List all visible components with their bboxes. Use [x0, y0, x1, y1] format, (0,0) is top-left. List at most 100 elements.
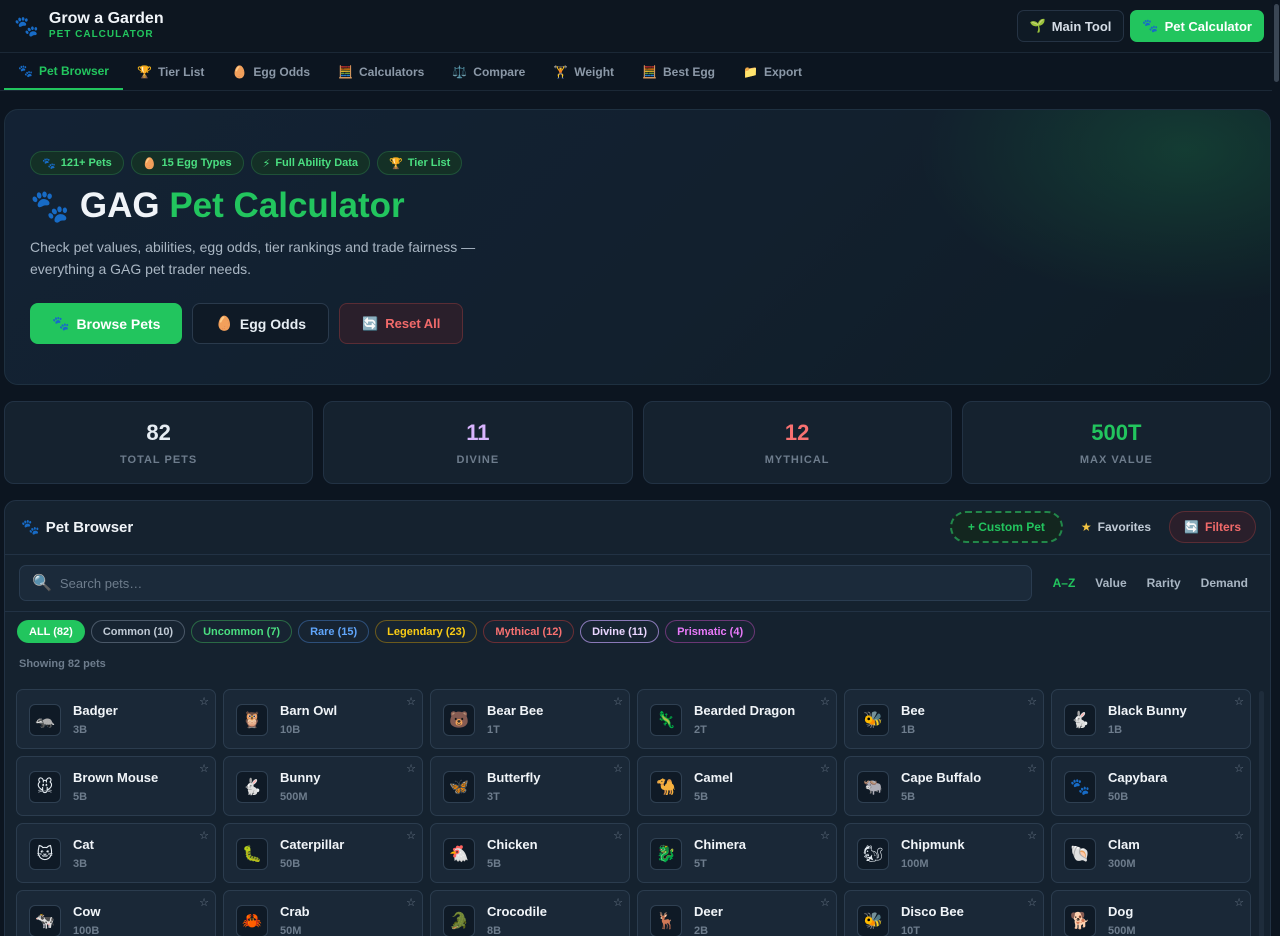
- scrollbar-thumb[interactable]: [1274, 4, 1279, 82]
- favorite-star-icon[interactable]: ☆: [613, 896, 623, 909]
- pet-card[interactable]: 🐚 Clam 300M ☆: [1051, 823, 1251, 883]
- tab-compare[interactable]: ⚖️ Compare: [438, 53, 539, 90]
- page-scrollbar[interactable]: [1272, 0, 1280, 936]
- favorite-star-icon[interactable]: ☆: [406, 829, 416, 842]
- favorite-star-icon[interactable]: ☆: [406, 762, 416, 775]
- favorite-star-icon[interactable]: ☆: [1027, 762, 1037, 775]
- favorite-star-icon[interactable]: ☆: [820, 896, 830, 909]
- pet-card[interactable]: 🦡 Badger 3B ☆: [16, 689, 216, 749]
- pet-card[interactable]: 🐔 Chicken 5B ☆: [430, 823, 630, 883]
- tab-export[interactable]: 📁 Export: [729, 53, 816, 90]
- favorite-star-icon[interactable]: ☆: [1027, 829, 1037, 842]
- pet-card[interactable]: 🐾 Capybara 50B ☆: [1051, 756, 1251, 816]
- pet-card[interactable]: 🐪 Camel 5B ☆: [637, 756, 837, 816]
- pet-value: 5B: [487, 858, 502, 870]
- bear-bee-icon: 🐻: [443, 704, 475, 736]
- favorite-star-icon[interactable]: ☆: [1234, 695, 1244, 708]
- favorites-button[interactable]: ★ Favorites: [1071, 511, 1161, 543]
- favorite-star-icon[interactable]: ☆: [406, 695, 416, 708]
- stat-label: TOTAL PETS: [120, 453, 198, 466]
- pet-card[interactable]: 🐝 Bee 1B ☆: [844, 689, 1044, 749]
- favorite-star-icon[interactable]: ☆: [1027, 896, 1037, 909]
- favorite-star-icon[interactable]: ☆: [1027, 695, 1037, 708]
- favorite-star-icon[interactable]: ☆: [820, 695, 830, 708]
- hero-title-highlight: Pet Calculator: [169, 186, 405, 225]
- sort-demand[interactable]: Demand: [1193, 576, 1256, 590]
- tab-weight[interactable]: 🏋 Weight: [539, 53, 628, 90]
- pet-value: 3T: [487, 791, 500, 803]
- filter-chip-rare[interactable]: Rare (15): [298, 620, 370, 643]
- favorite-star-icon[interactable]: ☆: [1234, 896, 1244, 909]
- search-box[interactable]: 🔍: [19, 565, 1032, 601]
- pet-card[interactable]: 🐿 Chipmunk 100M ☆: [844, 823, 1044, 883]
- pet-value: 300M: [1108, 858, 1136, 870]
- pet-name: Butterfly: [487, 770, 541, 785]
- stat-value: 82: [146, 419, 171, 445]
- filter-chip-all[interactable]: ALL (82): [17, 620, 85, 643]
- egg-odds-button[interactable]: 🥚 Egg Odds: [192, 303, 330, 344]
- tab-pet-browser[interactable]: 🐾 Pet Browser: [4, 53, 123, 90]
- pet-card[interactable]: 🐭 Brown Mouse 5B ☆: [16, 756, 216, 816]
- favorite-star-icon[interactable]: ☆: [613, 829, 623, 842]
- tab-icon: ⚖️: [452, 64, 468, 79]
- favorite-star-icon[interactable]: ☆: [820, 829, 830, 842]
- pet-value: 50M: [280, 925, 302, 936]
- pet-grid: 🦡 Badger 3B ☆ 🦉 Barn Owl 10B ☆ 🐻 Bear Bee 1T ☆ 🦎 Bear…: [16, 689, 1251, 936]
- star-icon: ★: [1080, 520, 1092, 534]
- favorite-star-icon[interactable]: ☆: [199, 695, 209, 708]
- main-tool-button[interactable]: 🌱 Main Tool: [1016, 10, 1125, 42]
- favorite-star-icon[interactable]: ☆: [613, 695, 623, 708]
- pet-name: Bee: [901, 703, 925, 718]
- pet-card[interactable]: 🦎 Bearded Dragon 2T ☆: [637, 689, 837, 749]
- pet-name: Clam: [1108, 837, 1140, 852]
- pet-card[interactable]: 🐻 Bear Bee 1T ☆: [430, 689, 630, 749]
- sort-value[interactable]: Value: [1087, 576, 1134, 590]
- pet-card[interactable]: 🐄 Cow 100B ☆: [16, 890, 216, 936]
- pet-card[interactable]: 🐉 Chimera 5T ☆: [637, 823, 837, 883]
- favorite-star-icon[interactable]: ☆: [199, 829, 209, 842]
- tab-calculators[interactable]: 🧮 Calculators: [324, 53, 438, 90]
- favorite-star-icon[interactable]: ☆: [199, 896, 209, 909]
- pet-card[interactable]: 🦋 Butterfly 3T ☆: [430, 756, 630, 816]
- filter-chip-common[interactable]: Common (10): [90, 620, 186, 643]
- favorite-star-icon[interactable]: ☆: [820, 762, 830, 775]
- pet-card[interactable]: 🐇 Bunny 500M ☆: [223, 756, 423, 816]
- custom-pet-button[interactable]: + Custom Pet: [949, 511, 1063, 543]
- filter-chip-divine[interactable]: Divine (11): [580, 620, 660, 643]
- pet-calculator-button[interactable]: 🐾 Pet Calculator: [1130, 10, 1264, 42]
- filter-chip-prismatic[interactable]: Prismatic (4): [665, 620, 756, 643]
- filter-chip-legendary[interactable]: Legendary (23): [375, 620, 478, 643]
- sort-rarity[interactable]: Rarity: [1139, 576, 1189, 590]
- tab-tier-list[interactable]: 🏆 Tier List: [123, 53, 218, 90]
- filter-chip-mythical[interactable]: Mythical (12): [483, 620, 575, 643]
- pet-name: Dog: [1108, 904, 1134, 919]
- caterpillar-icon: 🐛: [236, 838, 268, 870]
- pet-card[interactable]: 🐃 Cape Buffalo 5B ☆: [844, 756, 1044, 816]
- favorite-star-icon[interactable]: ☆: [406, 896, 416, 909]
- pet-card[interactable]: 🐱 Cat 3B ☆: [16, 823, 216, 883]
- favorite-star-icon[interactable]: ☆: [1234, 829, 1244, 842]
- pet-card[interactable]: 🐇 Black Bunny 1B ☆: [1051, 689, 1251, 749]
- favorite-star-icon[interactable]: ☆: [1234, 762, 1244, 775]
- reset-all-button[interactable]: 🔄 Reset All: [339, 303, 464, 344]
- pet-card[interactable]: 🐕 Dog 500M ☆: [1051, 890, 1251, 936]
- pet-card[interactable]: 🐊 Crocodile 8B ☆: [430, 890, 630, 936]
- search-input[interactable]: [59, 575, 960, 591]
- pet-card[interactable]: 🦌 Deer 2B ☆: [637, 890, 837, 936]
- pet-card[interactable]: 🐝 Disco Bee 10T ☆: [844, 890, 1044, 936]
- hero-panel: 🐾 121+ Pets 🥚 15 Egg Types ⚡ Full Ability Dat…: [4, 109, 1271, 385]
- brand[interactable]: Grow a Garden PET CALCULATOR: [49, 10, 164, 42]
- pet-card[interactable]: 🐛 Caterpillar 50B ☆: [223, 823, 423, 883]
- pet-card[interactable]: 🦀 Crab 50M ☆: [223, 890, 423, 936]
- grid-scrollbar[interactable]: [1259, 691, 1264, 936]
- stat-value: 12: [784, 419, 810, 445]
- favorite-star-icon[interactable]: ☆: [613, 762, 623, 775]
- sort-a-z[interactable]: A–Z: [1045, 576, 1084, 590]
- filters-button[interactable]: 🔄 Filters: [1169, 511, 1256, 543]
- tab-egg-odds[interactable]: 🥚 Egg Odds: [218, 53, 324, 90]
- tab-best-egg[interactable]: 🧮 Best Egg: [628, 53, 729, 90]
- favorite-star-icon[interactable]: ☆: [199, 762, 209, 775]
- pet-card[interactable]: 🦉 Barn Owl 10B ☆: [223, 689, 423, 749]
- filter-chip-uncommon[interactable]: Uncommon (7): [191, 620, 293, 643]
- browse-pets-button[interactable]: 🐾 Browse Pets: [30, 303, 183, 344]
